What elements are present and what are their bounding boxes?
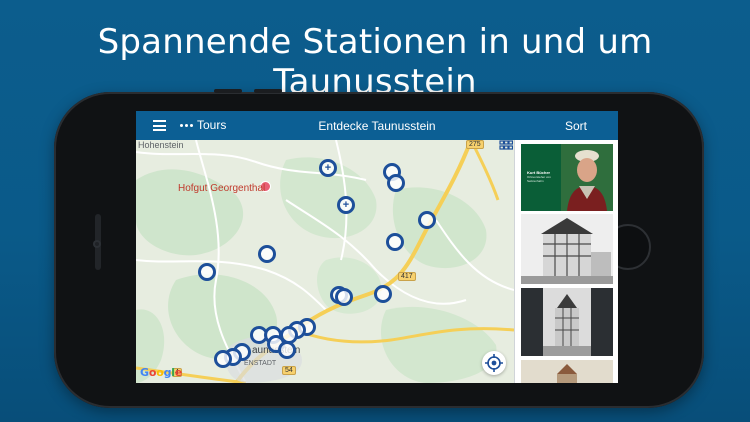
locate-me-button[interactable] (482, 351, 506, 375)
station-thumbnail[interactable]: Kurt Bücher Ortsvorsteher von Seitzenhah… (521, 144, 613, 211)
road-number-417: 417 (398, 272, 416, 281)
station-marker[interactable] (258, 245, 276, 263)
volume-button (254, 89, 282, 93)
promo-headline: Spannende Stationen in und um Taunusstei… (97, 22, 653, 102)
portrait-photo (561, 144, 613, 211)
house-photo (521, 214, 613, 284)
chapel-photo (521, 288, 613, 356)
station-marker[interactable] (198, 263, 216, 281)
crosshair-icon (485, 354, 503, 372)
building-photo (521, 360, 613, 383)
station-gallery[interactable]: Kurt Bücher Ortsvorsteher von Seitzenhah… (499, 140, 618, 383)
station-marker[interactable] (374, 285, 392, 303)
station-marker[interactable] (418, 211, 436, 229)
app-title: Entdecke Taunusstein (318, 119, 436, 133)
station-thumbnail[interactable] (521, 288, 613, 356)
station-marker[interactable] (387, 174, 405, 192)
map-view[interactable]: Hohenstein Hofgut Georgenthal aunusstein… (136, 140, 514, 383)
station-marker[interactable] (278, 341, 296, 359)
station-marker[interactable] (214, 350, 232, 368)
station-marker[interactable] (335, 288, 353, 306)
app-bar: Tours Entdecke Taunusstein Sort (136, 111, 618, 140)
place-label-neuhof: ENSTADT (244, 360, 277, 367)
grid-toggle-icon[interactable] (499, 140, 513, 152)
station-marker[interactable]: + (319, 159, 337, 177)
camera-icon (93, 240, 101, 248)
google-logo: Google (140, 366, 183, 379)
poi-label[interactable]: Hofgut Georgenthal (178, 183, 265, 194)
station-marker[interactable]: + (337, 196, 355, 214)
sort-button[interactable]: Sort (565, 119, 587, 133)
road-number-54: 54 (282, 366, 296, 375)
place-label-hohenstein: Hohenstein (138, 140, 184, 150)
app-screen: Tours Entdecke Taunusstein Sort Hohenste… (136, 111, 618, 383)
station-thumbnail[interactable] (521, 214, 613, 284)
volume-button (214, 89, 242, 93)
station-thumbnail[interactable] (521, 360, 613, 383)
card-subtitle: Ortsvorsteher von Seitzenhahn (527, 175, 551, 183)
station-marker[interactable] (386, 233, 404, 251)
road-number-275: 275 (466, 140, 484, 149)
